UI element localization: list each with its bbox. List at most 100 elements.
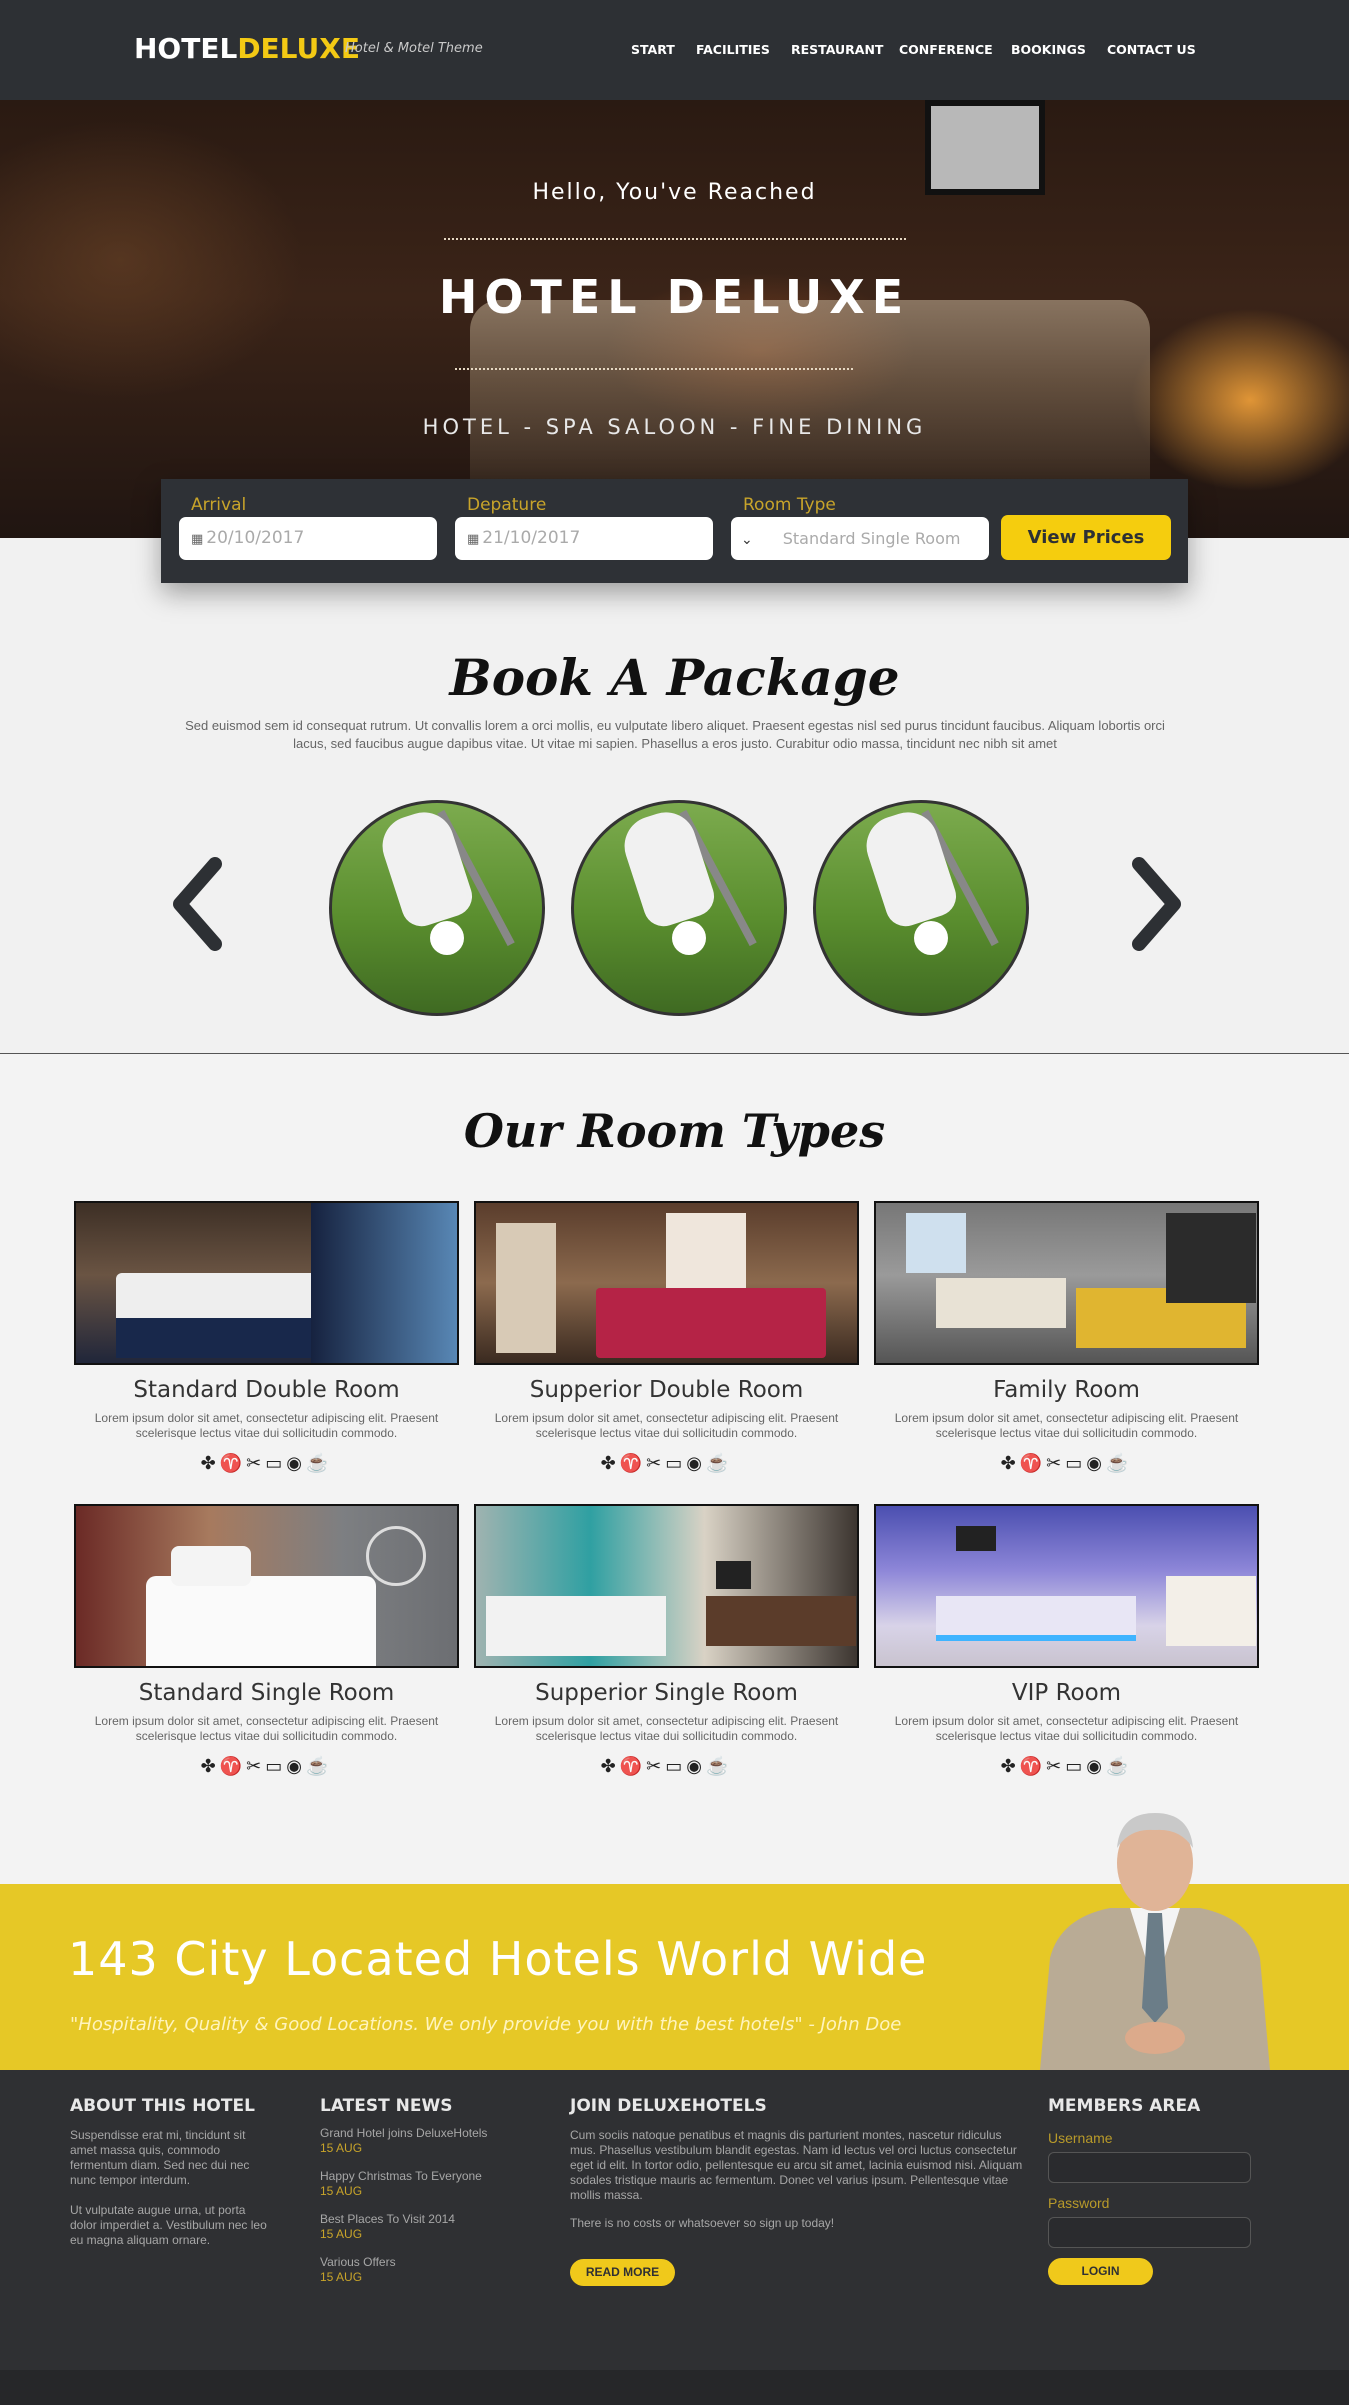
tv-icon: ▭ [1065,1756,1087,1776]
banner-title: 143 City Located Hotels World Wide [68,1932,928,1986]
ironing-icon: ✂ [246,1453,266,1473]
news-item[interactable]: Grand Hotel joins DeluxeHotels 15 AUG [320,2126,487,2156]
room-description: Lorem ipsum dolor sit amet, consectetur … [494,1714,839,1743]
read-more-button[interactable]: READ MORE [570,2259,675,2286]
members-heading: MEMBERS AREA [1048,2096,1201,2116]
room-description: Lorem ipsum dolor sit amet, consectetur … [894,1411,1239,1440]
room-description: Lorem ipsum dolor sit amet, consectetur … [894,1714,1239,1743]
departure-date-field[interactable]: ▦ 21/10/2017 [455,517,713,560]
coffee-icon: ☕ [1105,1756,1133,1776]
room-amenities: ✤♈✂▭◉☕ [474,1756,859,1777]
fan-icon: ✤ [600,1453,620,1473]
room-description: Lorem ipsum dolor sit amet, consectetur … [494,1411,839,1440]
room-name: Family Room [993,1377,1140,1403]
departure-value: 21/10/2017 [482,528,581,548]
nav-start[interactable]: START [631,42,675,57]
site-footer: ABOUT THIS HOTEL Suspendisse erat mi, ti… [0,2070,1349,2370]
room-amenities: ✤♈✂▭◉☕ [874,1756,1259,1777]
chevron-down-icon: ⌄ [741,532,753,548]
site-logo[interactable]: HOTELDELUXE [134,32,360,65]
tv-icon: ▭ [1065,1453,1087,1473]
hairdryer-icon: ♈ [619,1453,647,1473]
join-text: Cum sociis natoque penatibus et magnis d… [570,2128,1023,2202]
news-item[interactable]: Happy Christmas To Everyone 15 AUG [320,2169,482,2199]
carousel-prev-arrow-icon[interactable] [160,854,230,954]
room-card[interactable]: Supperior Single Room Lorem ipsum dolor … [474,1504,859,1777]
nav-conference[interactable]: CONFERENCE [899,42,993,57]
room-card[interactable]: Family Room Lorem ipsum dolor sit amet, … [874,1201,1259,1474]
arrival-value: 20/10/2017 [206,528,305,548]
tv-icon: ▭ [665,1756,687,1776]
news-title: Grand Hotel joins DeluxeHotels [320,2126,488,2140]
room-type-value: Standard Single Room [782,529,961,548]
carousel-next-arrow-icon[interactable] [1124,854,1194,954]
room-type-select[interactable]: ⌄ Standard Single Room [731,517,989,560]
arrival-date-field[interactable]: ▦ 20/10/2017 [179,517,437,560]
ironing-icon: ✂ [1046,1756,1066,1776]
room-card[interactable]: Supperior Double Room Lorem ipsum dolor … [474,1201,859,1474]
room-amenities: ✤♈✂▭◉☕ [74,1453,459,1474]
news-item[interactable]: Various Offers 15 AUG [320,2255,396,2285]
username-input[interactable] [1048,2152,1251,2183]
room-card[interactable]: Standard Double Room Lorem ipsum dolor s… [74,1201,459,1474]
wifi-icon: ◉ [686,1453,706,1473]
room-card[interactable]: Standard Single Room Lorem ipsum dolor s… [74,1504,459,1777]
room-name: Supperior Single Room [535,1680,798,1706]
hero-divider-bottom [455,368,853,370]
hairdryer-icon: ♈ [1019,1453,1047,1473]
room-image [874,1504,1259,1668]
logo-deluxe: DELUXE [237,32,360,65]
hairdryer-icon: ♈ [219,1756,247,1776]
fan-icon: ✤ [600,1756,620,1776]
coffee-icon: ☕ [705,1453,733,1473]
news-date: 15 AUG [320,2184,363,2198]
nav-restaurant[interactable]: RESTAURANT [791,42,883,57]
departure-label: Depature [467,495,547,515]
news-item[interactable]: Best Places To Visit 2014 15 AUG [320,2212,455,2242]
tv-icon: ▭ [665,1453,687,1473]
tv-icon: ▭ [265,1453,287,1473]
about-text-2: Ut vulputate augue urna, ut porta dolor … [70,2203,267,2247]
hairdryer-icon: ♈ [219,1453,247,1473]
package-title: Book A Package [449,648,900,707]
username-label: Username [1048,2130,1113,2146]
site-tagline: Hotel & Motel Theme [345,41,483,56]
password-input[interactable] [1048,2217,1251,2248]
ironing-icon: ✂ [646,1756,666,1776]
package-image-1[interactable] [329,800,545,1016]
calendar-icon: ▦ [467,532,480,547]
news-date: 15 AUG [320,2227,363,2241]
wifi-icon: ◉ [286,1756,306,1776]
fan-icon: ✤ [200,1453,220,1473]
wifi-icon: ◉ [686,1756,706,1776]
coffee-icon: ☕ [305,1756,333,1776]
hero-banner: Hello, You've Reached HOTEL DELUXE HOTEL… [0,100,1349,538]
nav-contact-us[interactable]: CONTACT US [1107,42,1196,57]
hairdryer-icon: ♈ [1019,1756,1047,1776]
news-title: Best Places To Visit 2014 [320,2212,455,2226]
package-image-3[interactable] [813,800,1029,1016]
package-image-2[interactable] [571,800,787,1016]
calendar-icon: ▦ [191,532,204,547]
nav-bookings[interactable]: BOOKINGS [1011,42,1086,57]
footer-bottom-bar [0,2370,1349,2405]
room-description: Lorem ipsum dolor sit amet, consectetur … [94,1714,439,1743]
room-name: Standard Single Room [138,1680,395,1706]
login-button[interactable]: LOGIN [1048,2258,1153,2285]
fan-icon: ✤ [200,1756,220,1776]
room-description: Lorem ipsum dolor sit amet, consectetur … [94,1411,439,1440]
nav-facilities[interactable]: FACILITIES [696,42,770,57]
section-divider [0,1053,1349,1054]
coffee-icon: ☕ [705,1756,733,1776]
tv-icon: ▭ [265,1756,287,1776]
room-card[interactable]: VIP Room Lorem ipsum dolor sit amet, con… [874,1504,1259,1777]
room-type-label: Room Type [743,495,836,515]
view-prices-button[interactable]: View Prices [1001,515,1171,560]
room-name: VIP Room [1011,1680,1122,1706]
coffee-icon: ☕ [1105,1453,1133,1473]
news-title: Happy Christmas To Everyone [320,2169,482,2183]
about-heading: ABOUT THIS HOTEL [70,2096,255,2116]
ironing-icon: ✂ [646,1453,666,1473]
hairdryer-icon: ♈ [619,1756,647,1776]
news-date: 15 AUG [320,2141,363,2155]
